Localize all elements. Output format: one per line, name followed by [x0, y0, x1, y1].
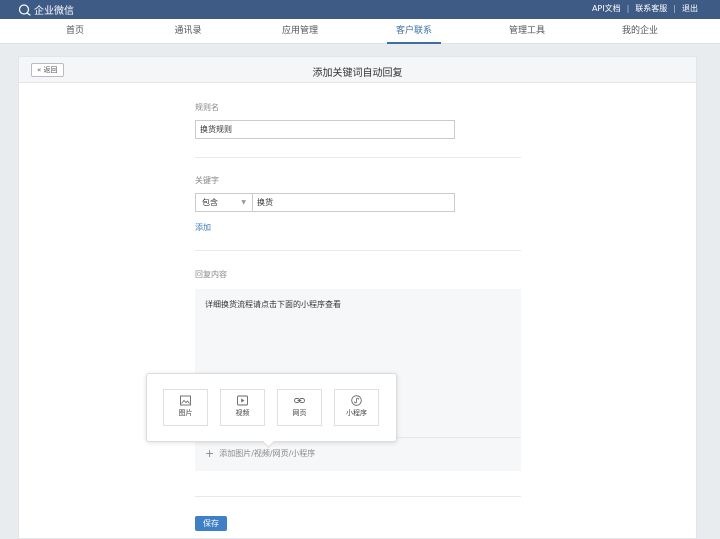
divider: |	[626, 4, 630, 13]
api-docs-link[interactable]: API文档	[592, 3, 621, 14]
main-nav: 首页 通讯录 应用管理 客户联系 管理工具 我的企业	[0, 19, 720, 44]
page-title: 添加关键词自动回复	[312, 68, 403, 79]
webpage-option-label: 网页	[292, 409, 307, 417]
add-keyword-link[interactable]: 添加	[195, 222, 211, 233]
save-button[interactable]: 保存	[195, 516, 227, 531]
nav-app-management[interactable]: 应用管理	[270, 19, 330, 44]
panel-header: « 返回 添加关键词自动回复	[19, 57, 696, 83]
keyword-input[interactable]: 换货	[252, 193, 455, 212]
reply-content-label: 回复内容	[195, 270, 227, 279]
app-name: 企业微信	[34, 6, 74, 17]
video-icon	[237, 395, 248, 406]
image-option[interactable]: 图片	[163, 389, 208, 426]
webpage-option[interactable]: 网页	[277, 389, 322, 426]
nav-home[interactable]: 首页	[45, 19, 105, 44]
media-type-popover: 图片 视频 网页 小程序	[146, 373, 397, 442]
miniprogram-icon	[351, 395, 362, 406]
section-divider	[195, 157, 521, 158]
contact-support-link[interactable]: 联系客服	[635, 3, 667, 14]
logout-link[interactable]: 退出	[682, 3, 698, 14]
nav-my-enterprise[interactable]: 我的企业	[610, 19, 670, 44]
app-logo[interactable]: 企业微信	[18, 2, 74, 17]
reply-text[interactable]: 详细换货流程请点击下面的小程序查看	[205, 299, 341, 310]
add-media-label: 添加图片/视频/网页/小程序	[219, 449, 316, 458]
miniprogram-option-label: 小程序	[346, 409, 367, 417]
wecom-logo-icon	[18, 3, 31, 16]
top-bar: 企业微信 API文档 | 联系客服 | 退出	[0, 0, 720, 19]
keyword-label: 关键字	[195, 176, 219, 185]
image-option-label: 图片	[178, 409, 193, 417]
video-option-label: 视频	[235, 409, 250, 417]
section-divider	[195, 250, 521, 251]
caret-down-icon: ▼	[241, 199, 246, 206]
plus-icon: +	[205, 447, 215, 460]
match-mode-value: 包含	[202, 198, 218, 207]
rule-name-input[interactable]: 换货规则	[195, 120, 455, 139]
nav-customer-contact[interactable]: 客户联系	[384, 19, 444, 44]
image-icon	[180, 395, 191, 406]
add-media-button[interactable]: + 添加图片/视频/网页/小程序	[205, 447, 315, 460]
content-panel: « 返回 添加关键词自动回复 规则名 换货规则 关键字 包含 ▼ 换货 添加 回…	[18, 56, 697, 539]
video-option[interactable]: 视频	[220, 389, 265, 426]
section-divider	[195, 496, 521, 497]
miniprogram-option[interactable]: 小程序	[334, 389, 379, 426]
rule-name-label: 规则名	[195, 103, 219, 112]
link-icon	[294, 398, 305, 403]
top-links: API文档 | 联系客服 | 退出	[592, 3, 698, 14]
divider: |	[673, 4, 676, 13]
nav-management-tools[interactable]: 管理工具	[497, 19, 557, 44]
match-mode-select[interactable]: 包含 ▼	[195, 193, 252, 212]
nav-contacts[interactable]: 通讯录	[158, 19, 218, 44]
